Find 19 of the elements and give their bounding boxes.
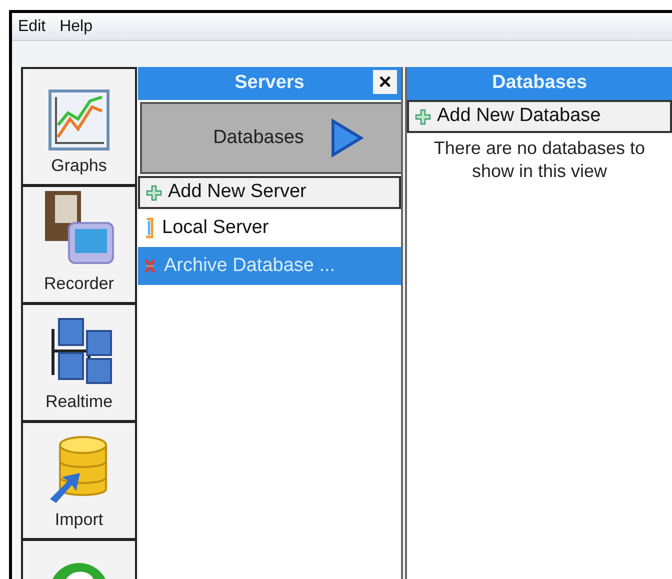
add-server-button[interactable]: Add New Server bbox=[138, 176, 401, 209]
sidebar-button[interactable]: Realtime bbox=[23, 305, 135, 423]
server-icon bbox=[144, 217, 154, 239]
panel-title: Servers bbox=[234, 71, 304, 96]
sidebar-button[interactable]: Graphs bbox=[23, 69, 135, 187]
panel-title: Databases bbox=[492, 71, 588, 96]
play-arrow-icon bbox=[330, 118, 364, 158]
plus-icon bbox=[146, 184, 162, 200]
sidebar-button[interactable]: Recorder bbox=[23, 187, 135, 305]
menu-item[interactable]: Help bbox=[60, 15, 92, 38]
sidebar-button[interactable]: Import bbox=[23, 423, 135, 541]
line-chart-icon bbox=[48, 88, 110, 150]
add-database-button[interactable]: Add New Database bbox=[407, 100, 672, 133]
empty-message: There are no databases to show in this view bbox=[432, 137, 646, 184]
plus-icon bbox=[415, 108, 431, 124]
databases-button[interactable]: Databases bbox=[140, 102, 401, 174]
menu-item[interactable]: Edit bbox=[18, 15, 46, 38]
close-button[interactable]: × bbox=[373, 70, 397, 94]
disconnected-icon bbox=[144, 258, 156, 274]
